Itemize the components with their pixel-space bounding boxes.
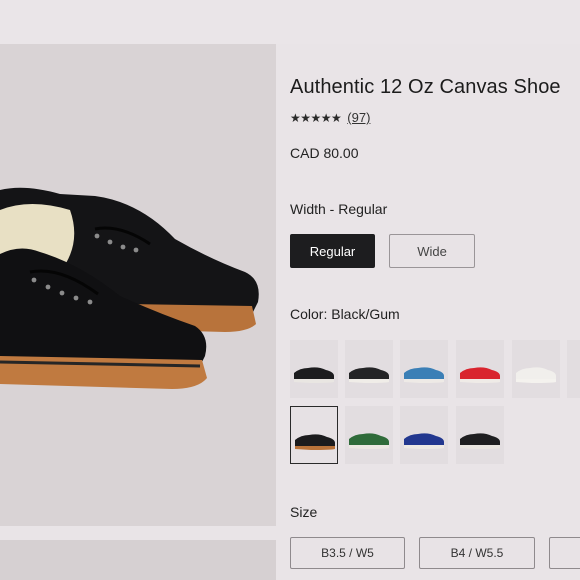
size-option-b4-w5-5[interactable]: B4 / W5.5: [419, 537, 535, 569]
color-label: Color: Black/Gum: [290, 306, 400, 322]
width-option-regular[interactable]: Regular: [290, 234, 375, 268]
shoe-thumbnail-icon: [404, 367, 444, 383]
color-swatch-black-white[interactable]: [290, 340, 338, 398]
shoe-pair-image: [0, 187, 259, 389]
shoe-thumbnail-icon: [349, 367, 389, 383]
product-image[interactable]: [0, 44, 276, 526]
size-option-next[interactable]: [549, 537, 580, 569]
color-swatch-white[interactable]: [512, 340, 560, 398]
color-swatch-blue[interactable]: [400, 340, 448, 398]
shoe-thumbnail-icon: [349, 433, 389, 449]
thumbnail-strip: [0, 540, 276, 580]
price: CAD 80.00: [290, 145, 359, 161]
color-swatch-black-gum[interactable]: [290, 406, 338, 464]
shoe-thumbnail-icon: [294, 367, 334, 383]
width-label: Width - Regular: [290, 201, 388, 217]
star-rating-icon: ★★★★★: [290, 110, 342, 125]
review-count-link[interactable]: (97): [347, 110, 370, 125]
shoe-thumbnail-icon: [460, 367, 500, 383]
color-swatch-black-white-sole[interactable]: [345, 340, 393, 398]
color-swatch-green[interactable]: [345, 406, 393, 464]
size-option-b3-5-w5[interactable]: B3.5 / W5: [290, 537, 405, 569]
shoe-thumbnail-icon: [460, 433, 500, 449]
color-swatch-black-red[interactable]: [456, 406, 504, 464]
rating: ★★★★★ (97): [290, 110, 370, 125]
color-swatch-partial[interactable]: [567, 340, 580, 398]
product-title: Authentic 12 Oz Canvas Shoe: [290, 76, 561, 98]
shoe-thumbnail-icon: [295, 434, 335, 450]
shoe-thumbnail-icon: [516, 367, 556, 383]
top-strip: [0, 0, 580, 44]
color-swatch-navy[interactable]: [400, 406, 448, 464]
shoe-thumbnail-icon: [404, 433, 444, 449]
width-option-wide[interactable]: Wide: [389, 234, 475, 268]
size-label: Size: [290, 504, 318, 520]
color-swatch-red[interactable]: [456, 340, 504, 398]
